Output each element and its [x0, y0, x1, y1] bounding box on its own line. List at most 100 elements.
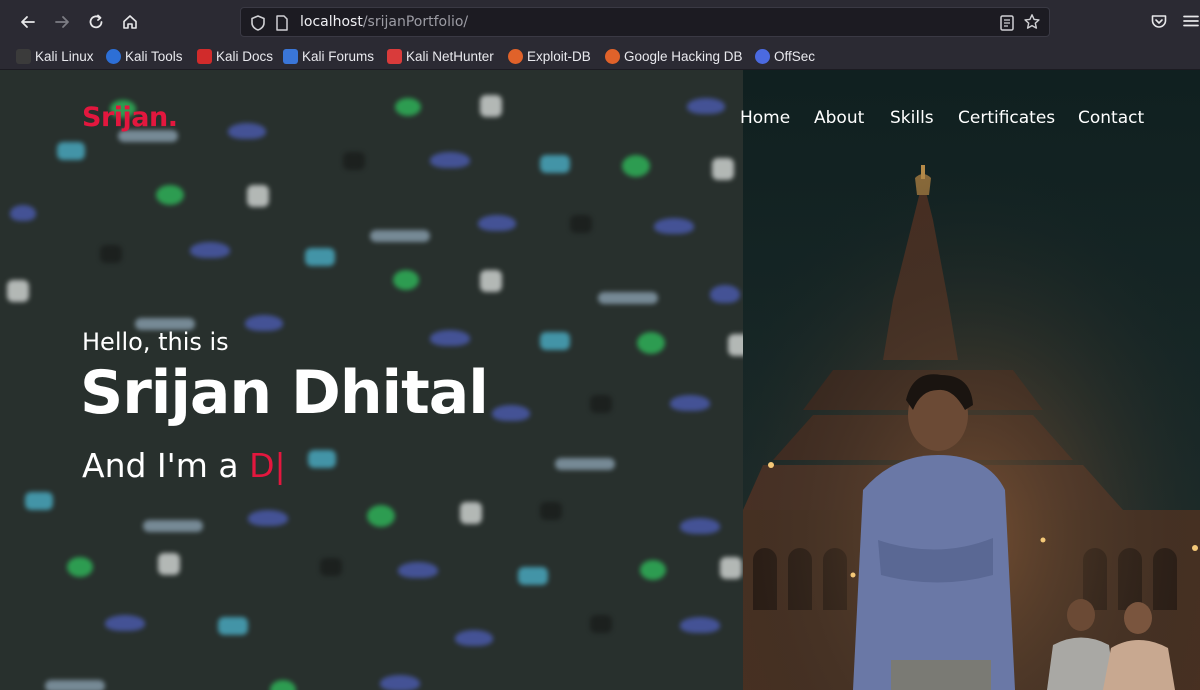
pattern-icon	[570, 215, 592, 233]
pattern-icon	[10, 205, 36, 221]
pattern-icon	[540, 502, 562, 520]
url-path: /srijanPortfolio/	[362, 14, 469, 30]
pattern-icon	[7, 280, 29, 302]
forward-button[interactable]	[49, 9, 75, 35]
home-icon	[123, 15, 137, 29]
tracking-protection-shield-icon[interactable]	[249, 14, 267, 32]
nav-contact[interactable]: Contact	[1078, 108, 1144, 128]
bookmark-offsec[interactable]: OffSec	[755, 47, 815, 65]
reload-button[interactable]	[83, 9, 109, 35]
hero-photo	[743, 70, 1200, 690]
pattern-icon	[343, 152, 365, 170]
reader-view-icon[interactable]	[999, 14, 1015, 32]
forward-arrow-icon	[55, 16, 69, 28]
pattern-icon	[190, 242, 230, 258]
bookmark-kali-docs[interactable]: Kali Docs	[197, 47, 273, 65]
pattern-icon	[598, 292, 658, 304]
pattern-icon	[308, 450, 336, 468]
bookmark-google-hacking-db[interactable]: Google Hacking DB	[605, 47, 743, 65]
pattern-icon	[67, 557, 93, 577]
browser-toolbar: localhost/srijanPortfolio/	[0, 0, 1200, 42]
hero-greeting: Hello, this is	[82, 328, 229, 356]
nav-certificates[interactable]: Certificates	[958, 108, 1055, 128]
bookmark-label: Kali Forums	[302, 48, 375, 64]
pattern-icon	[687, 98, 725, 114]
pattern-icon	[540, 155, 570, 173]
url-text[interactable]: localhost/srijanPortfolio/	[300, 14, 468, 30]
bookmarks-toolbar: Kali Linux Kali Tools Kali Docs Kali For…	[0, 42, 1200, 70]
bookmark-exploit-db[interactable]: Exploit-DB	[508, 47, 591, 65]
back-button[interactable]	[15, 9, 41, 35]
bookmark-label: Kali Linux	[35, 48, 94, 64]
url-host: localhost	[300, 14, 363, 30]
pattern-icon	[430, 330, 470, 346]
nav-skills[interactable]: Skills	[890, 108, 934, 128]
kali-nethunter-icon	[387, 48, 402, 64]
pattern-icon	[480, 270, 502, 292]
nav-home[interactable]: Home	[740, 108, 790, 128]
kali-forums-icon	[283, 48, 298, 64]
nav-about[interactable]: About	[814, 108, 864, 128]
hamburger-menu-icon[interactable]	[1182, 12, 1200, 30]
pattern-icon	[245, 315, 283, 331]
pattern-icon	[270, 680, 296, 690]
hero-name: Srijan Dhital	[80, 358, 489, 428]
kali-dragon-icon	[16, 48, 31, 64]
bookmark-label: Exploit-DB	[527, 48, 591, 64]
pattern-icon	[45, 680, 105, 690]
hero-role-prefix: And I'm a	[82, 446, 250, 485]
page-icon[interactable]	[274, 14, 290, 32]
bookmark-kali-tools[interactable]: Kali Tools	[106, 47, 183, 65]
pattern-icon	[710, 285, 740, 303]
pattern-icon	[654, 218, 694, 234]
pattern-icon	[105, 615, 145, 631]
pattern-icon	[393, 270, 419, 290]
pattern-icon	[158, 553, 180, 575]
bookmark-kali-nethunter[interactable]: Kali NetHunter	[387, 47, 494, 65]
kali-docs-icon	[197, 48, 212, 64]
bookmark-label: Google Hacking DB	[624, 48, 743, 64]
pattern-icon	[398, 562, 438, 578]
bookmark-kali-linux[interactable]: Kali Linux	[16, 47, 94, 65]
pattern-icon	[143, 520, 203, 532]
pattern-icon	[455, 630, 493, 646]
kali-tools-icon	[106, 48, 121, 64]
url-bar[interactable]: localhost/srijanPortfolio/	[240, 7, 1050, 37]
pattern-icon	[712, 158, 734, 180]
pattern-icon	[228, 123, 266, 139]
pattern-icon	[370, 230, 430, 242]
pattern-icon	[680, 518, 720, 534]
pattern-icon	[305, 248, 335, 266]
pattern-icon	[540, 332, 570, 350]
bookmark-kali-forums[interactable]: Kali Forums	[283, 47, 374, 65]
pattern-icon	[480, 95, 502, 117]
pocket-icon[interactable]	[1150, 12, 1168, 30]
pattern-icon	[518, 567, 548, 585]
bookmark-star-icon[interactable]	[1023, 13, 1041, 31]
pattern-icon	[670, 395, 710, 411]
pattern-icon	[720, 557, 742, 579]
hero-role: And I'm a D|	[82, 446, 286, 485]
bookmark-label: OffSec	[774, 48, 816, 64]
portfolio-page: Srijan. Home About Skills Certificates C…	[0, 70, 1200, 690]
pattern-icon	[156, 185, 184, 205]
pattern-icon	[555, 458, 615, 470]
pattern-icon	[57, 142, 85, 160]
pattern-icon	[680, 617, 720, 633]
pattern-icon	[100, 245, 122, 263]
pattern-icon	[622, 155, 650, 177]
home-button[interactable]	[117, 9, 143, 35]
pattern-icon	[460, 502, 482, 524]
site-logo[interactable]: Srijan.	[82, 102, 178, 133]
exploit-db-icon	[508, 48, 523, 64]
pattern-icon	[590, 615, 612, 633]
pattern-icon	[430, 152, 470, 168]
pattern-icon	[25, 492, 53, 510]
typing-cursor: |	[274, 446, 286, 485]
pattern-icon	[367, 505, 395, 527]
pattern-icon	[248, 510, 288, 526]
pattern-icon	[478, 215, 516, 231]
back-arrow-icon	[21, 16, 35, 28]
pattern-icon	[380, 675, 420, 690]
pattern-icon	[637, 332, 665, 354]
